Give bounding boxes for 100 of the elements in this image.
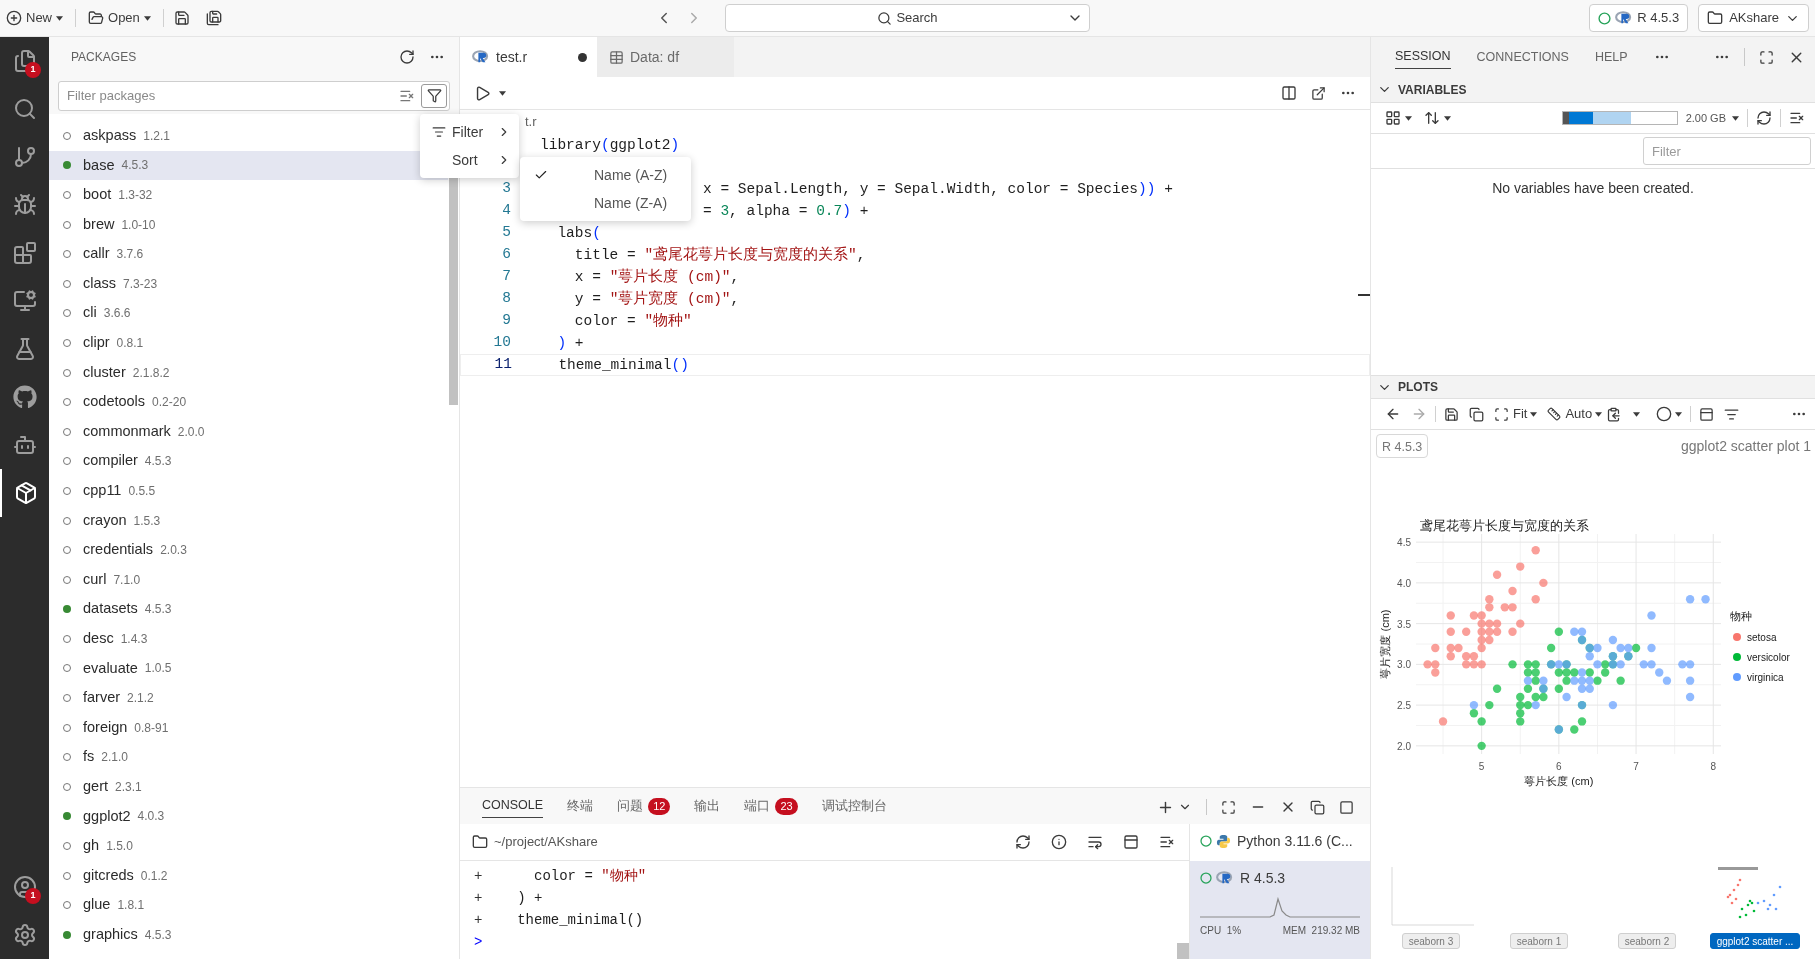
notification-badge: 1: [25, 62, 41, 78]
console-line: color = "物种": [533, 866, 647, 886]
legend-label: virginica: [1747, 672, 1784, 683]
plot-title: ggplot2 scatter plot 1: [1681, 436, 1811, 456]
package-name: credentials: [83, 540, 154, 560]
package-version: 4.5.3: [144, 926, 172, 944]
code-line: ) +: [556, 334, 584, 353]
x-tick-label: 5: [1478, 761, 1485, 772]
package-version: 4.5.3: [144, 453, 172, 471]
package-version: 7.3-23: [123, 275, 158, 293]
notification-badge: 1: [25, 888, 41, 904]
package-name: cpp11: [83, 481, 122, 501]
y-tick-label: 3.0: [1397, 659, 1411, 671]
package-version: 1.5.3: [133, 512, 161, 530]
package-name: fs: [83, 747, 95, 767]
package-version: 1.0-10: [121, 216, 156, 234]
empty-message: No variables have been created.: [1492, 179, 1694, 198]
package-version: 0.8-91: [134, 719, 169, 737]
y-axis-label: 萼片宽度 (cm): [1379, 609, 1391, 679]
package-name: cluster: [83, 362, 126, 382]
code-line: x = "萼片长度 (cm)",: [573, 267, 740, 287]
line-number: 10: [492, 333, 511, 353]
package-version: 7.1.0: [113, 571, 141, 589]
package-name: farver: [83, 688, 121, 708]
package-name: boot: [83, 185, 112, 205]
package-version: 1.5.0: [106, 838, 133, 856]
package-version: 3.7.6: [116, 246, 144, 264]
package-version: 2.1.8.2: [132, 364, 170, 382]
working-directory: ~/project/AKshare: [494, 833, 598, 852]
line-number: 5: [501, 223, 511, 243]
x-tick-label: 8: [1710, 761, 1717, 772]
y-tick-label: 2.0: [1397, 740, 1411, 752]
line-number: 3: [501, 179, 511, 199]
panel-title: PACKAGES: [71, 49, 137, 66]
package-version: 3.6.6: [103, 305, 131, 323]
y-tick-label: 2.5: [1397, 700, 1411, 712]
code-line: labs(: [556, 224, 601, 243]
code-line: y = "萼片宽度 (cm)",: [573, 289, 740, 309]
package-name: compiler: [83, 451, 138, 471]
code-line: library(ggplot2): [540, 136, 680, 155]
package-name: gert: [83, 777, 108, 796]
package-name: graphics: [83, 924, 138, 944]
package-version: 0.5.5: [128, 482, 156, 500]
package-version: 1.0.5: [144, 660, 172, 678]
memory-usage: MEM 219.32 MB: [1282, 924, 1360, 938]
package-name: evaluate: [83, 658, 138, 678]
package-version: 0.1.2: [140, 867, 168, 885]
package-version: 0.2-20: [152, 394, 187, 412]
console-prompt: +: [474, 866, 483, 886]
console-prompt: >: [474, 932, 483, 952]
package-version: 2.0.3: [160, 542, 187, 560]
package-name: ggplot2: [83, 806, 131, 826]
console-line: ) +: [516, 888, 543, 908]
package-name: callr: [83, 244, 110, 264]
code-line: theme_minimal(): [557, 356, 689, 375]
package-name: brew: [83, 214, 115, 234]
code-line: x = Sepal.Length, y = Sepal.Width, color = Species)) +: [703, 180, 1173, 199]
legend-label: versicolor: [1747, 652, 1790, 663]
package-version: 1.3-32: [118, 187, 153, 204]
y-tick-label: 4.5: [1397, 537, 1411, 549]
runtime-badge: R 4.5.3: [1376, 434, 1429, 458]
package-version: 4.0.3: [137, 808, 165, 826]
cpu-usage: CPU 1%: [1200, 924, 1242, 938]
package-name: glue: [83, 895, 111, 915]
code-line: = 3, alpha = 0.7) +: [703, 202, 869, 221]
package-name: askpass: [83, 125, 137, 145]
legend-label: setosa: [1747, 632, 1777, 643]
legend-title: 物种: [1730, 610, 1752, 622]
package-name: crayon: [83, 510, 127, 530]
package-name: class: [83, 273, 117, 293]
package-name: codetools: [83, 392, 146, 412]
console-prompt: +: [474, 888, 483, 908]
package-version: 4.5.3: [144, 601, 172, 619]
console-prompt: +: [474, 910, 483, 930]
package-name: base: [83, 155, 115, 175]
package-version: 2.3.1: [115, 778, 142, 796]
package-name: curl: [83, 569, 107, 589]
line-number: 7: [501, 267, 511, 287]
package-name: gitcreds: [83, 865, 134, 885]
package-version: 1.8.1: [117, 897, 145, 915]
package-version: 1.4.3: [120, 630, 148, 648]
x-tick-label: 6: [1556, 761, 1562, 772]
line-number: 9: [501, 311, 511, 331]
memory-label: 2.00 GB: [1685, 110, 1726, 126]
code-line: title = "鸢尾花萼片长度与宽度的关系",: [573, 245, 866, 265]
package-version: 1.2.1: [143, 127, 170, 145]
package-version: 0.8.1: [116, 334, 144, 352]
package-version: 2.1.0: [101, 749, 128, 767]
package-version: 2.1.2: [127, 690, 154, 708]
package-version: 2.0.0: [177, 423, 205, 441]
line-number: 11: [493, 355, 512, 375]
package-name: gh: [83, 836, 100, 856]
package-name: foreign: [83, 717, 128, 737]
y-tick-label: 4.0: [1397, 577, 1411, 589]
package-name: clipr: [83, 333, 110, 353]
line-number: 6: [501, 245, 511, 265]
line-number: 8: [501, 289, 511, 309]
x-tick-label: 7: [1633, 761, 1639, 772]
package-name: desc: [83, 629, 114, 648]
chart-title: 鸢尾花萼片长度与宽度的关系: [1420, 518, 1589, 533]
